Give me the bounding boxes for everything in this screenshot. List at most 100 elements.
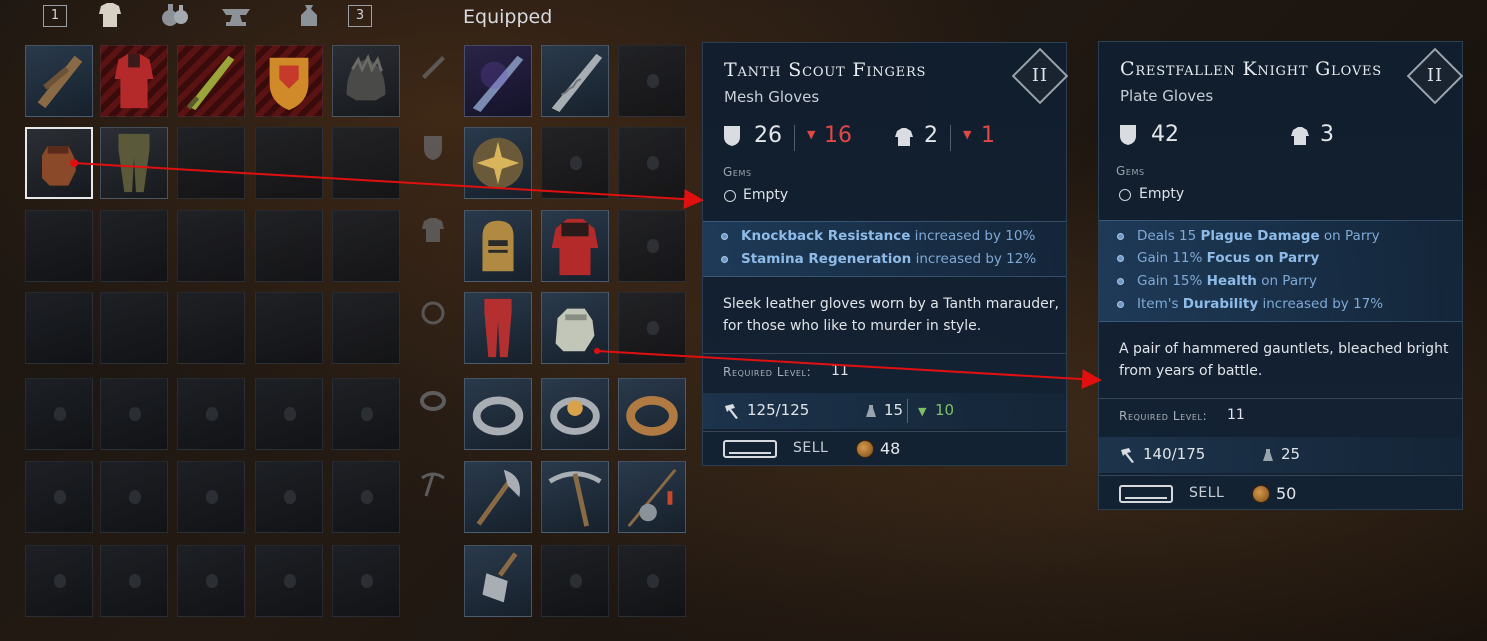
bag-tab-icon[interactable] — [292, 0, 326, 30]
inventory-slot-shield[interactable] — [255, 45, 323, 117]
inventory-slot-crossbow[interactable] — [25, 45, 93, 117]
inventory-slot[interactable] — [177, 292, 245, 364]
load-value: 15 — [884, 401, 904, 419]
armor-category-icon — [422, 218, 444, 242]
equipped-slot-helm[interactable] — [464, 210, 532, 282]
tab-prev-key[interactable]: 1 — [43, 5, 67, 27]
inventory-slot-empty[interactable] — [25, 461, 93, 533]
inventory-slot[interactable] — [332, 210, 400, 282]
armor-diff-value: 16 — [824, 123, 852, 148]
gem-socket-icon — [1119, 189, 1131, 201]
equipped-slot-empty[interactable] — [618, 292, 686, 364]
weight-value: 3 — [1320, 122, 1334, 147]
inventory-slot[interactable] — [332, 292, 400, 364]
inventory-slot-tanth-gloves[interactable] — [25, 127, 93, 199]
item-name: Crestfallen Knight Gloves — [1120, 58, 1383, 80]
equipped-slot-legs[interactable] — [464, 292, 532, 364]
required-level-label: Required Level: — [1119, 409, 1208, 423]
inventory-slot[interactable] — [25, 210, 93, 282]
inventory-slot-empty[interactable] — [177, 378, 245, 450]
armor-tab-icon[interactable] — [93, 0, 127, 30]
tab-next-key[interactable]: 3 — [348, 5, 372, 27]
required-level-label: Required Level: — [723, 365, 812, 379]
equipped-slot-sun-shield[interactable] — [464, 127, 532, 199]
weapon-category-icon — [422, 56, 445, 79]
inventory-slot-empty[interactable] — [100, 461, 168, 533]
inventory-slot[interactable] — [177, 127, 245, 199]
equipped-slot-ring-3[interactable] — [618, 378, 686, 450]
inventory-slot-empty[interactable] — [255, 378, 323, 450]
shield-category-icon — [424, 136, 442, 160]
sell-label[interactable]: SELL — [793, 440, 828, 456]
gems-label: Gems — [723, 165, 752, 179]
sell-key-icon[interactable] — [1119, 485, 1173, 503]
weight-icon — [1291, 127, 1309, 145]
item-description-line: A pair of hammered gauntlets, bleached b… — [1119, 341, 1449, 357]
inventory-slot[interactable] — [255, 127, 323, 199]
pickaxe-category-icon — [421, 472, 445, 497]
equipped-slot-ring-2[interactable] — [541, 378, 609, 450]
armor-value: 42 — [1151, 122, 1179, 147]
inventory-slot-empty[interactable] — [177, 545, 245, 617]
equipped-slot-crestfallen-gloves[interactable] — [541, 292, 609, 364]
equipped-slot-ring-1[interactable] — [464, 378, 532, 450]
inventory-slot-empty[interactable] — [332, 378, 400, 450]
equipped-slot-serrated-sword[interactable] — [541, 45, 609, 117]
equipped-slot-dark-blade[interactable] — [464, 45, 532, 117]
equipped-slot-empty[interactable] — [618, 545, 686, 617]
weight-value: 2 — [924, 123, 938, 148]
anvil-tab-icon[interactable] — [219, 0, 253, 30]
equipped-slot-pickaxe[interactable] — [541, 461, 609, 533]
inventory-slot-trousers[interactable] — [100, 127, 168, 199]
armor-shield-icon — [1120, 125, 1136, 145]
weight-decrease-arrow: ▼ — [963, 128, 972, 141]
armor-shield-icon — [724, 126, 740, 146]
divider — [703, 431, 1066, 432]
equipped-slot-axe[interactable] — [464, 461, 532, 533]
inventory-slot[interactable] — [100, 292, 168, 364]
tier-label: II — [1426, 65, 1444, 86]
equipped-slot-empty[interactable] — [618, 45, 686, 117]
equipped-slot-empty[interactable] — [618, 127, 686, 199]
inventory-slot-empty[interactable] — [25, 378, 93, 450]
durability-value: 140/175 — [1143, 445, 1206, 463]
perk-line: Item's Durability increased by 17% — [1137, 296, 1384, 312]
inventory-slot-red-armor[interactable] — [100, 45, 168, 117]
potion-tab-icon[interactable] — [158, 0, 192, 30]
inventory-slot[interactable] — [255, 292, 323, 364]
inventory-slot-empty[interactable] — [25, 545, 93, 617]
price-value: 48 — [880, 439, 901, 458]
perk-bullet-icon — [1117, 233, 1124, 240]
inventory-slot[interactable] — [255, 210, 323, 282]
perk-bullet-icon — [1117, 255, 1124, 262]
sell-label[interactable]: SELL — [1189, 485, 1224, 501]
coin-icon — [856, 440, 874, 458]
inventory-slot-fur-helm[interactable] — [332, 45, 400, 117]
inventory-slot-empty[interactable] — [332, 461, 400, 533]
item-name: Tanth Scout Fingers — [724, 59, 927, 81]
equipped-slot-empty[interactable] — [541, 127, 609, 199]
inventory-slot-empty[interactable] — [255, 461, 323, 533]
equipped-slot-empty[interactable] — [541, 545, 609, 617]
inventory-slot-empty[interactable] — [100, 378, 168, 450]
inventory-slot-empty[interactable] — [100, 545, 168, 617]
item-type: Mesh Gloves — [724, 88, 820, 106]
coin-icon — [1252, 485, 1270, 503]
inventory-slot-sword[interactable] — [177, 45, 245, 117]
inventory-slot[interactable] — [100, 210, 168, 282]
divider — [703, 353, 1066, 354]
equipped-slot-shovel[interactable] — [464, 545, 532, 617]
inventory-slot[interactable] — [177, 210, 245, 282]
sell-key-icon[interactable] — [723, 440, 777, 458]
inventory-slot-empty[interactable] — [255, 545, 323, 617]
inventory-slot[interactable] — [332, 127, 400, 199]
equipped-slot-empty[interactable] — [618, 210, 686, 282]
load-value: 25 — [1281, 445, 1301, 463]
inventory-slot[interactable] — [25, 292, 93, 364]
inventory-slot-empty[interactable] — [332, 545, 400, 617]
equipped-slot-fishing-rod[interactable] — [618, 461, 686, 533]
equipped-slot-chest[interactable] — [541, 210, 609, 282]
item-type: Plate Gloves — [1120, 87, 1214, 105]
ring-category-icon — [420, 391, 446, 411]
inventory-slot-empty[interactable] — [177, 461, 245, 533]
